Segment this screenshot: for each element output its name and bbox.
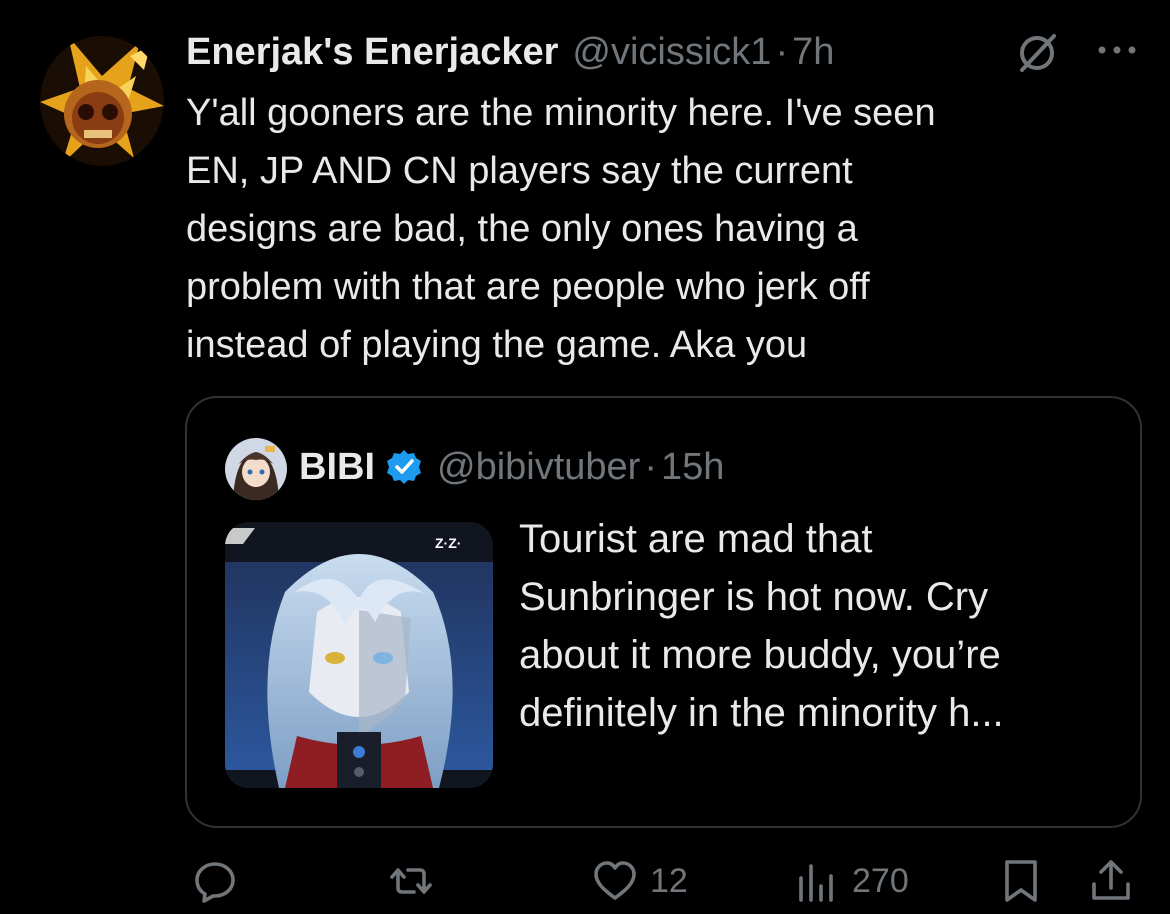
bookmark-icon — [1005, 860, 1037, 902]
tweet-text: Y'all gooners are the minority here. I'v… — [186, 92, 936, 366]
repost-icon — [390, 868, 432, 894]
reply-icon — [195, 862, 235, 903]
verified-badge-icon — [387, 450, 421, 484]
quoted-tweet-text: Tourist are mad that Sunbringer is hot n… — [519, 517, 1004, 735]
quoted-tweet-image[interactable]: Z·Z· — [225, 522, 493, 788]
views-count: 270 — [852, 861, 909, 900]
views-icon — [799, 864, 833, 902]
separator-dot: · — [775, 30, 789, 73]
reply-button[interactable] — [192, 858, 250, 904]
more-options-icon[interactable] — [1094, 40, 1140, 60]
action-bar: 12 270 — [0, 852, 1170, 912]
quoted-author-display-name[interactable]: BIBI — [299, 446, 375, 489]
share-button[interactable] — [1088, 858, 1134, 904]
tweet-timestamp[interactable]: 7h — [792, 31, 834, 74]
share-icon — [1092, 860, 1130, 900]
like-count: 12 — [650, 861, 688, 900]
views-button[interactable]: 270 — [794, 858, 909, 904]
tweet-header: Enerjak's Enerjacker @vicissick1 · 7h — [186, 28, 834, 76]
bookmark-button[interactable] — [998, 858, 1044, 904]
author-avatar[interactable] — [40, 36, 164, 166]
separator-dot: · — [644, 445, 657, 488]
like-button[interactable]: 12 — [592, 858, 688, 904]
quoted-tweet-timestamp[interactable]: 15h — [661, 446, 724, 489]
repost-button[interactable] — [388, 858, 446, 904]
heart-icon — [594, 861, 636, 900]
tweet: Enerjak's Enerjacker @vicissick1 · 7h Y'… — [0, 0, 1170, 914]
grok-icon[interactable] — [1014, 30, 1060, 76]
quoted-author-handle[interactable]: @bibivtuber — [437, 446, 640, 489]
quoted-tweet-header: BIBI @bibivtuber · 15h — [299, 442, 724, 492]
author-handle[interactable]: @vicissick1 — [572, 31, 771, 74]
quoted-tweet[interactable]: BIBI @bibivtuber · 15h Z·Z· Tourist are … — [185, 396, 1142, 828]
quoted-author-avatar[interactable] — [225, 438, 287, 500]
author-display-name[interactable]: Enerjak's Enerjacker — [186, 31, 558, 74]
quoted-image-logo-text: Z·Z· — [435, 535, 461, 551]
